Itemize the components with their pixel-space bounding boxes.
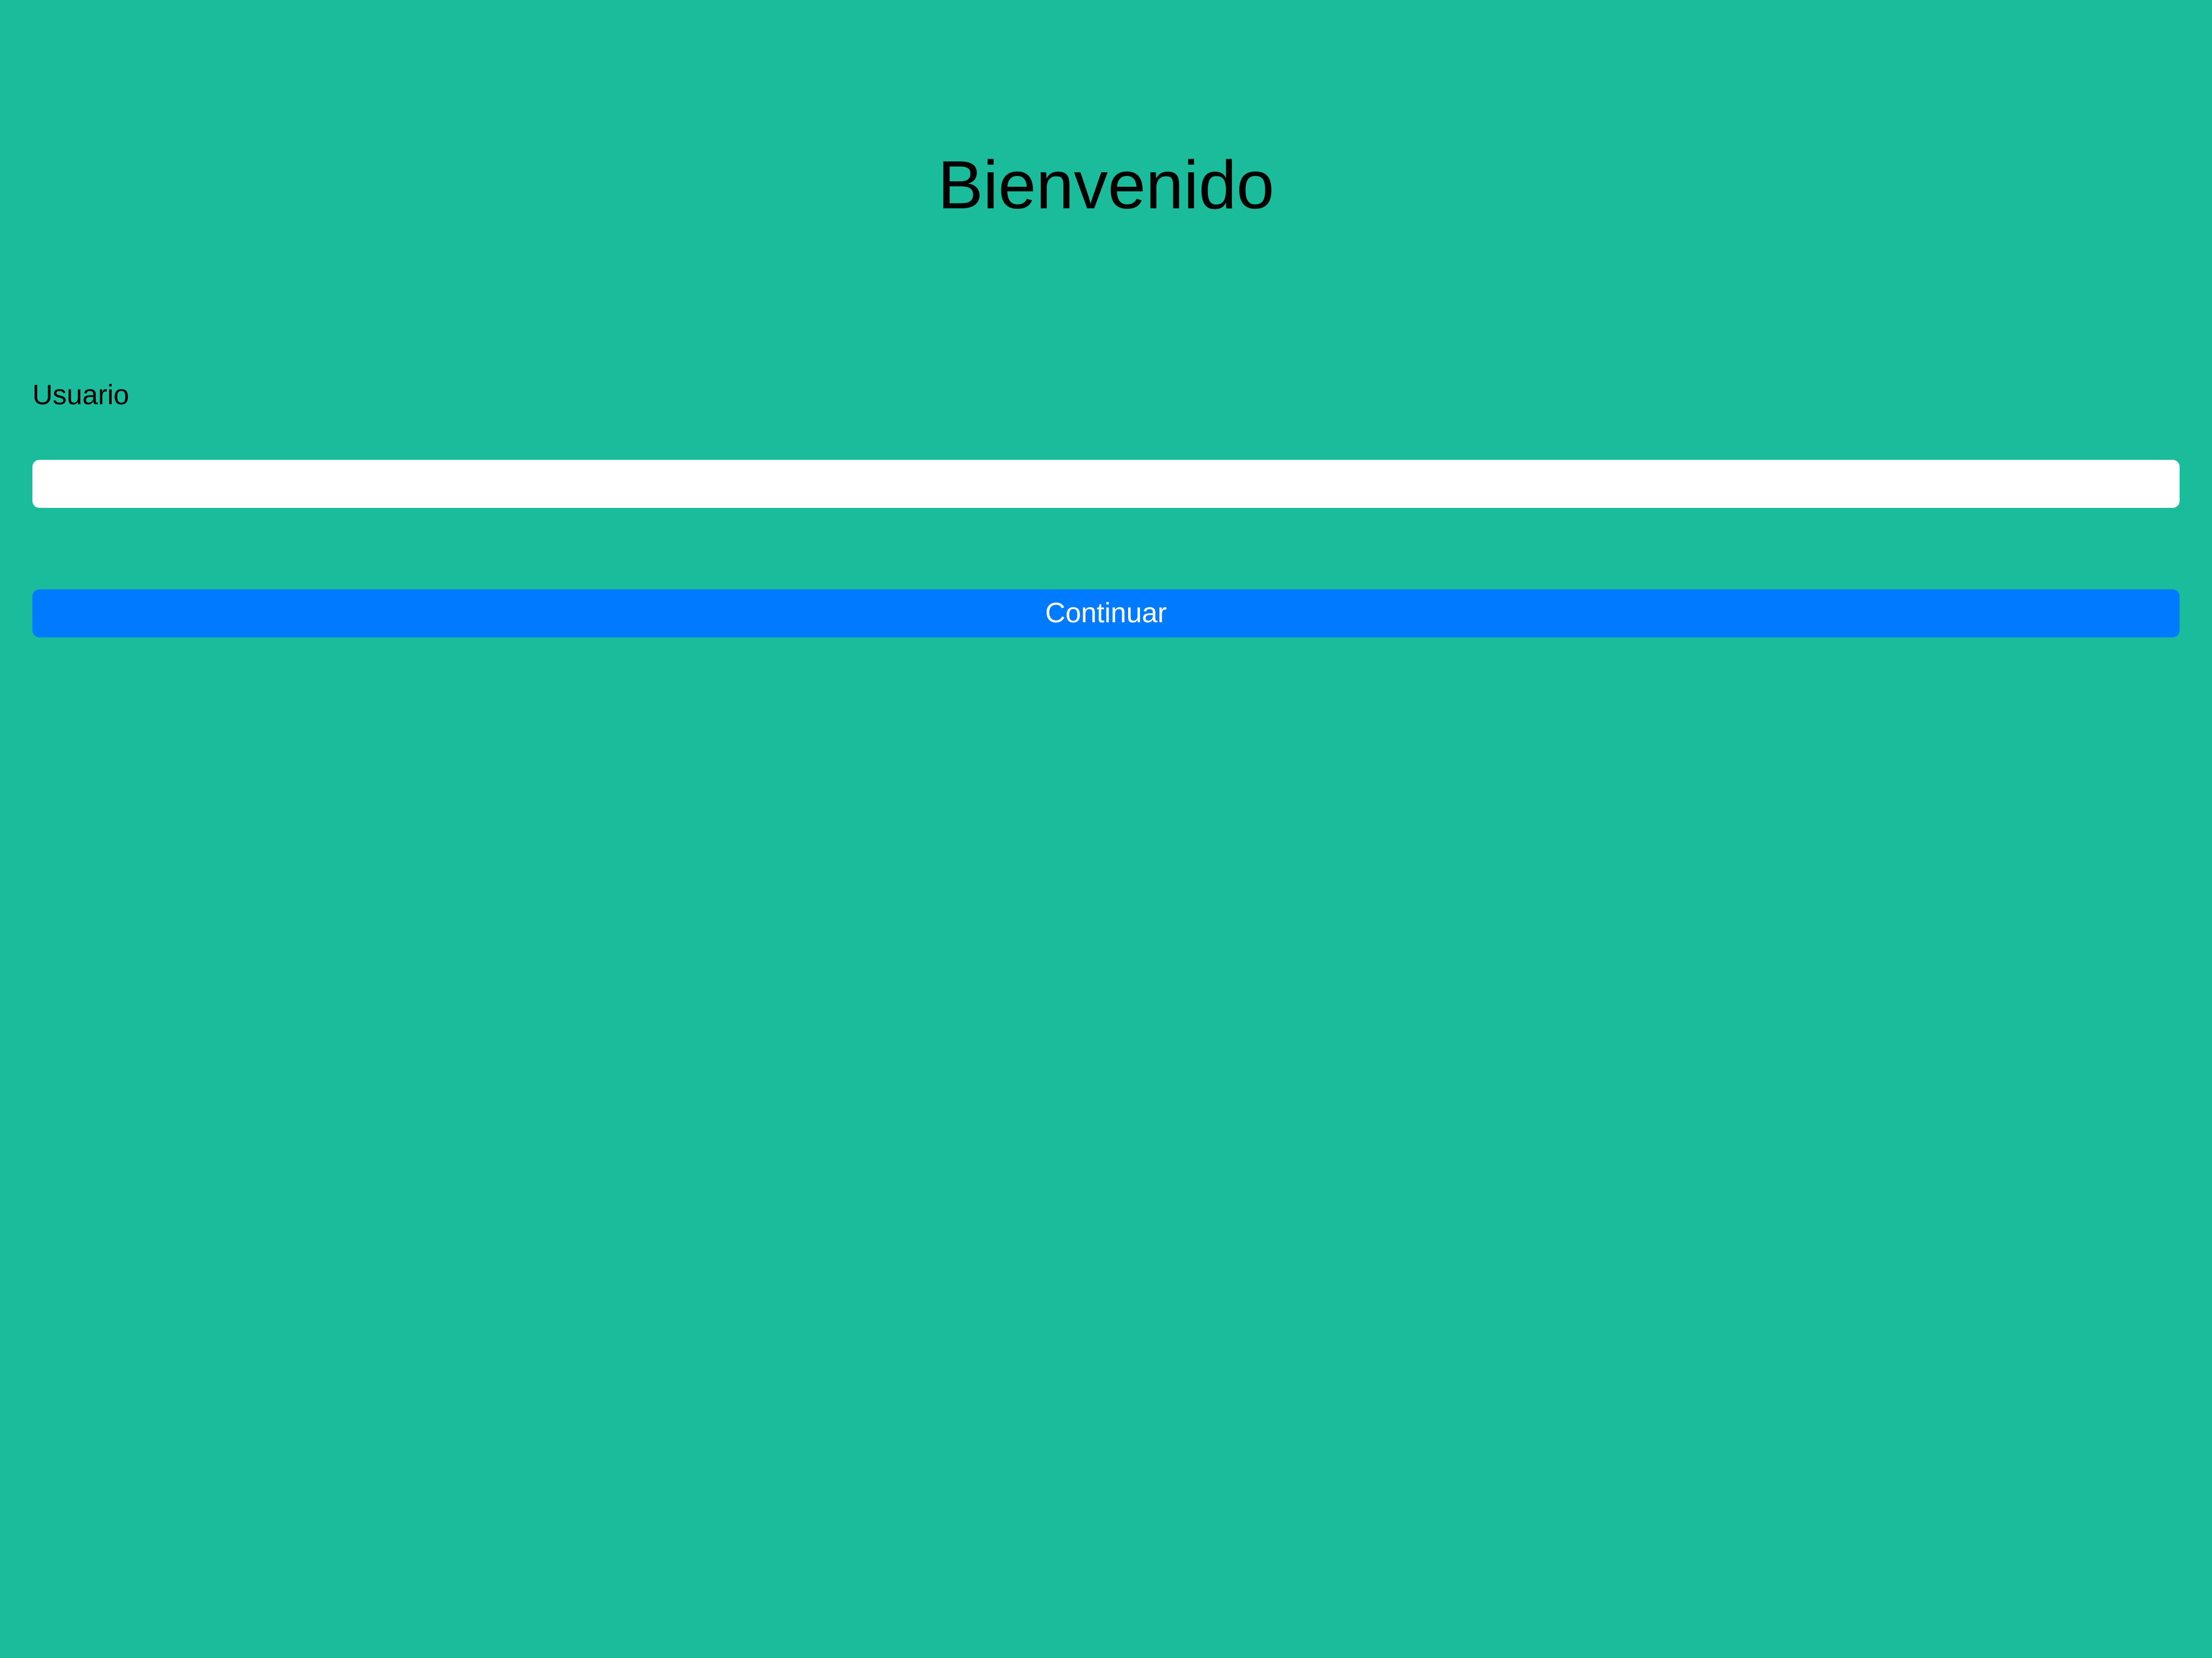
welcome-screen: Bienvenido Usuario Continuar [0,0,2212,1658]
username-input[interactable] [32,460,2180,508]
page-title: Bienvenido [938,147,1274,223]
username-label: Usuario [32,379,130,411]
continue-button[interactable]: Continuar [32,589,2180,637]
